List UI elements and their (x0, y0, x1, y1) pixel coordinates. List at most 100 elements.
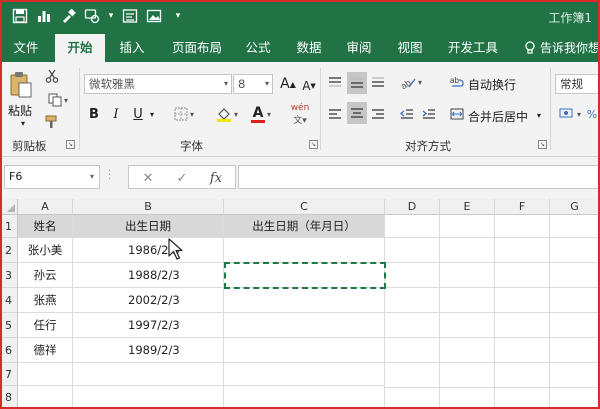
number-format-select[interactable]: 常规 (555, 74, 600, 94)
cell-a3[interactable]: 孙云 (18, 263, 73, 288)
row-header-4[interactable]: 4 (0, 288, 18, 313)
format-painter-icon[interactable] (44, 114, 60, 130)
cell-c8[interactable] (224, 386, 385, 409)
cell-d1[interactable] (385, 215, 440, 238)
cell-c6[interactable] (224, 338, 385, 363)
shapes-dropdown-icon[interactable]: ▾ (106, 6, 116, 26)
tab-view[interactable]: 视图 (388, 34, 432, 62)
merge-dropdown-icon[interactable]: ▾ (534, 108, 544, 122)
cell-b7[interactable] (73, 363, 224, 386)
cell-a2[interactable]: 张小美 (18, 238, 73, 263)
tab-home[interactable]: 开始 (55, 34, 105, 62)
column-header-f[interactable]: F (495, 199, 550, 215)
shrink-font-button[interactable]: A ▼ (300, 76, 318, 96)
row-header-8[interactable]: 8 (0, 386, 18, 409)
cell-a8[interactable] (18, 386, 73, 409)
cell-g1[interactable] (550, 215, 600, 238)
cell-b1[interactable]: 出生日期 (73, 215, 224, 238)
chart-icon[interactable] (34, 6, 54, 26)
column-header-c[interactable]: C (224, 199, 385, 215)
grow-font-button[interactable]: A ▲ (279, 74, 297, 94)
paste-button[interactable]: 粘贴 (8, 102, 32, 119)
column-header-e[interactable]: E (440, 199, 495, 215)
cell-e1[interactable] (440, 215, 495, 238)
column-header-d[interactable]: D (385, 199, 440, 215)
align-left-icon[interactable] (326, 104, 344, 124)
align-bottom-icon[interactable] (369, 72, 387, 92)
column-header-a[interactable]: A (18, 199, 73, 215)
cell-a7[interactable] (18, 363, 73, 386)
row-header-2[interactable]: 2 (0, 238, 18, 263)
cell-b5[interactable]: 1997/2/3 (73, 313, 224, 338)
merge-center-icon[interactable] (450, 104, 464, 124)
cell-c4[interactable] (224, 288, 385, 313)
cell-a1[interactable]: 姓名 (18, 215, 73, 238)
tab-review[interactable]: 审阅 (337, 34, 381, 62)
row-header-7[interactable]: 7 (0, 363, 18, 386)
cancel-icon[interactable]: ✕ (139, 169, 157, 187)
cell-b6[interactable]: 1989/2/3 (73, 338, 224, 363)
cell-c1[interactable]: 出生日期（年月日） (224, 215, 385, 238)
bold-button[interactable]: B (86, 104, 102, 124)
cell-a4[interactable]: 张燕 (18, 288, 73, 313)
tell-me-search[interactable]: 告诉我你想 (524, 34, 600, 62)
borders-icon[interactable]: ▾ (170, 104, 198, 124)
align-top-icon[interactable] (326, 72, 344, 92)
font-name-select[interactable]: 微软雅黑 ▾ (84, 74, 232, 94)
tab-data[interactable]: 数据 (287, 34, 331, 62)
tab-page-layout[interactable]: 页面布局 (162, 34, 232, 62)
phonetic-guide-button[interactable]: wén 文▾ (286, 102, 314, 126)
align-middle-icon[interactable] (347, 72, 367, 94)
paste-dropdown-icon[interactable]: ▾ (18, 118, 28, 128)
cell-f1[interactable] (495, 215, 550, 238)
formula-bar-grip[interactable]: · · · (108, 167, 111, 185)
alignment-launcher-icon[interactable]: ↘ (538, 140, 547, 149)
cell-b4[interactable]: 2002/2/3 (73, 288, 224, 313)
fill-color-icon[interactable]: ▾ (212, 104, 242, 124)
name-box[interactable]: F6 ▾ (4, 165, 100, 189)
cell-b8[interactable] (73, 386, 224, 409)
align-right-icon[interactable] (369, 104, 387, 124)
orientation-icon[interactable]: ab ▾ (396, 72, 426, 92)
tab-developer[interactable]: 开发工具 (441, 34, 505, 62)
formula-input[interactable] (238, 165, 600, 189)
accounting-format-icon[interactable]: ▾ (557, 104, 583, 124)
decrease-indent-icon[interactable] (398, 104, 416, 124)
customize-icon[interactable]: ▾ (168, 6, 188, 26)
copy-icon[interactable]: ▾ (44, 92, 72, 108)
row-header-3[interactable]: 3 (0, 263, 18, 288)
cell-c2[interactable] (224, 238, 385, 263)
tab-formulas[interactable]: 公式 (236, 34, 280, 62)
select-all-button[interactable] (0, 199, 18, 215)
align-center-icon[interactable] (347, 102, 367, 124)
paste-icon[interactable] (8, 70, 34, 100)
enter-icon[interactable]: ✓ (173, 169, 191, 187)
cell-b2[interactable]: 1986/2/3 (73, 238, 224, 263)
insert-function-icon[interactable]: fx (207, 169, 225, 187)
row-header-5[interactable]: 5 (0, 313, 18, 338)
wrap-text-icon[interactable]: ab (450, 72, 464, 92)
save-icon[interactable] (10, 6, 30, 26)
cell-c7[interactable] (224, 363, 385, 386)
tab-file[interactable]: 文件 (4, 34, 48, 62)
cell-a6[interactable]: 德祥 (18, 338, 73, 363)
italic-button[interactable]: I (108, 104, 124, 124)
cell-c5[interactable] (224, 313, 385, 338)
underline-button[interactable]: U (130, 104, 146, 124)
font-launcher-icon[interactable]: ↘ (309, 140, 318, 149)
form-icon[interactable] (120, 6, 140, 26)
increase-indent-icon[interactable] (420, 104, 438, 124)
wrap-text-button[interactable]: 自动换行 (468, 76, 516, 93)
merge-center-button[interactable]: 合并后居中 (468, 108, 528, 125)
clipboard-launcher-icon[interactable]: ↘ (66, 140, 75, 149)
column-header-b[interactable]: B (73, 199, 224, 215)
format-painter-icon[interactable] (58, 6, 78, 26)
cell-a5[interactable]: 任行 (18, 313, 73, 338)
column-header-g[interactable]: G (550, 199, 600, 215)
percent-icon[interactable]: % (585, 104, 599, 124)
cell-c3[interactable] (224, 263, 385, 288)
cell-b3[interactable]: 1988/2/3 (73, 263, 224, 288)
font-size-select[interactable]: 8 ▾ (233, 74, 273, 94)
tab-insert[interactable]: 插入 (110, 34, 154, 62)
picture-icon[interactable] (144, 6, 164, 26)
